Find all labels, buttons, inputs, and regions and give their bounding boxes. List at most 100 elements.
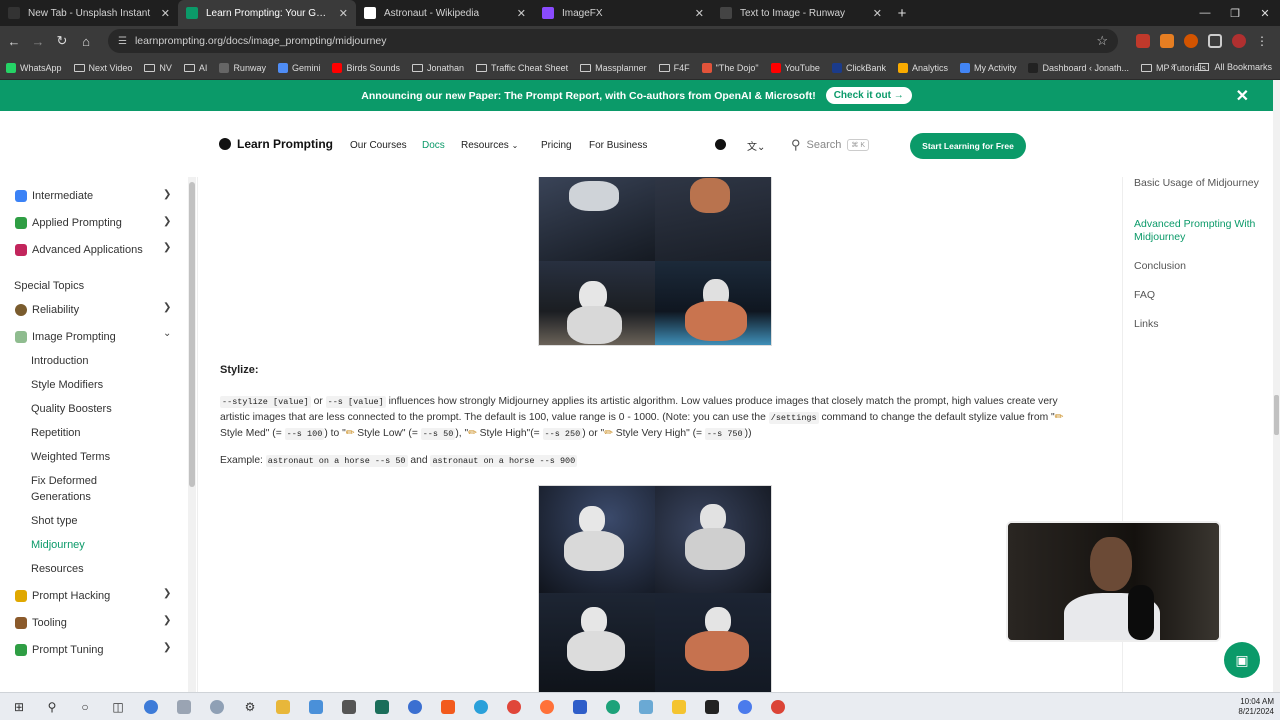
chevron-right-icon[interactable]: ❯ xyxy=(163,642,171,653)
app-icon[interactable] xyxy=(668,696,690,718)
app-icon[interactable] xyxy=(338,696,360,718)
sidebar-item-image-prompting[interactable]: Image Prompting xyxy=(15,331,116,343)
app-icon[interactable] xyxy=(635,696,657,718)
check-it-out-button[interactable]: Check it out → xyxy=(825,87,912,104)
cortana-icon[interactable]: ○ xyxy=(74,696,96,718)
close-tab-icon[interactable]: ✕ xyxy=(695,7,704,20)
app-icon[interactable] xyxy=(206,696,228,718)
sidebar-item-prompt-hacking[interactable]: Prompt Hacking xyxy=(15,590,110,602)
bookmark-item[interactable]: Jonathan xyxy=(412,63,464,73)
sidebar-subitem-weighted-terms[interactable]: Weighted Terms xyxy=(26,449,110,465)
app-icon[interactable] xyxy=(305,696,327,718)
new-tab-button[interactable]: + xyxy=(890,0,914,26)
extension-icon[interactable] xyxy=(1184,34,1198,48)
sidebar-item-tooling[interactable]: Tooling xyxy=(15,617,67,629)
app-icon[interactable] xyxy=(140,696,162,718)
app-icon[interactable] xyxy=(569,696,591,718)
nav-our-courses[interactable]: Our Courses xyxy=(350,140,407,151)
chevron-right-icon[interactable]: » xyxy=(1170,62,1175,72)
chevron-down-icon[interactable]: ⌄ xyxy=(163,328,171,339)
maximize-icon[interactable]: ❐ xyxy=(1220,0,1250,26)
file-explorer-icon[interactable] xyxy=(272,696,294,718)
sidebar-subitem-introduction[interactable]: Introduction xyxy=(26,353,88,369)
sidebar-subitem-fix-deformed-generations[interactable]: Fix Deformed Generations xyxy=(26,473,141,505)
close-tab-icon[interactable]: ✕ xyxy=(517,7,526,20)
toc-item[interactable]: Links xyxy=(1134,318,1264,331)
profile-avatar-icon[interactable] xyxy=(1232,34,1246,48)
browser-tab[interactable]: Learn Prompting: Your Guide to ✕ xyxy=(178,0,356,26)
sidebar-item-intermediate[interactable]: Intermediate xyxy=(15,190,93,202)
bookmark-item[interactable]: Runway xyxy=(219,62,266,73)
home-icon[interactable]: ⌂ xyxy=(74,29,98,53)
chat-bot-button[interactable]: ▣ xyxy=(1224,642,1260,678)
bookmark-item[interactable]: Birds Sounds xyxy=(332,62,400,73)
app-icon[interactable] xyxy=(404,696,426,718)
app-icon[interactable] xyxy=(734,696,756,718)
sidebar-subitem-style-modifiers[interactable]: Style Modifiers xyxy=(26,377,103,393)
browser-tab[interactable]: New Tab - Unsplash Instant ✕ xyxy=(0,0,178,26)
bookmark-item[interactable]: My Activity xyxy=(959,62,1016,73)
page-scrollbar-thumb[interactable] xyxy=(1274,395,1279,435)
edge-icon[interactable] xyxy=(602,696,624,718)
bookmark-item[interactable]: ClickBank xyxy=(831,62,886,73)
dark-mode-toggle-icon[interactable] xyxy=(715,139,726,150)
telegram-icon[interactable] xyxy=(470,696,492,718)
chevron-right-icon[interactable]: ❯ xyxy=(163,189,171,200)
extension-icon[interactable] xyxy=(1136,34,1150,48)
chrome-icon[interactable] xyxy=(767,696,789,718)
forward-icon[interactable]: → xyxy=(26,29,50,53)
sidebar-item-prompt-tuning[interactable]: Prompt Tuning xyxy=(15,644,104,656)
app-icon[interactable] xyxy=(701,696,723,718)
nav-resources[interactable]: Resources ⌄ xyxy=(461,140,518,151)
chevron-right-icon[interactable]: ❯ xyxy=(163,615,171,626)
menu-dots-icon[interactable]: ⋮ xyxy=(1256,34,1268,48)
bookmark-item[interactable]: AI xyxy=(183,63,207,73)
sidebar-subitem-repetition[interactable]: Repetition xyxy=(26,425,81,441)
chevron-right-icon[interactable]: ❯ xyxy=(163,216,171,227)
all-bookmarks-label[interactable]: All Bookmarks xyxy=(1214,62,1272,72)
bookmark-item[interactable]: YouTube xyxy=(770,62,820,73)
bookmark-item[interactable]: Traffic Cheat Sheet xyxy=(476,63,568,73)
extension-icon[interactable] xyxy=(1160,34,1174,48)
reload-icon[interactable]: ↻ xyxy=(50,29,74,53)
browser-tab[interactable]: Astronaut - Wikipedia ✕ xyxy=(356,0,534,26)
sidebar-subitem-shot-type[interactable]: Shot type xyxy=(26,513,77,529)
task-view-icon[interactable]: ◫ xyxy=(107,696,129,718)
app-icon[interactable] xyxy=(173,696,195,718)
bookmark-item[interactable]: WhatsApp xyxy=(6,62,62,73)
bookmark-item[interactable]: F4F xyxy=(658,63,690,73)
toc-item[interactable]: FAQ xyxy=(1134,289,1264,302)
system-clock[interactable]: 10:04 AM 8/21/2024 xyxy=(1238,697,1274,717)
close-tab-icon[interactable]: ✕ xyxy=(873,7,882,20)
close-tab-icon[interactable]: ✕ xyxy=(161,7,170,20)
bookmark-item[interactable]: NV xyxy=(144,63,172,73)
back-icon[interactable]: ← xyxy=(2,29,26,53)
url-text[interactable]: learnprompting.org/docs/image_prompting/… xyxy=(135,35,1088,47)
chevron-right-icon[interactable]: ❯ xyxy=(163,242,171,253)
address-bar[interactable]: ☰ learnprompting.org/docs/image_promptin… xyxy=(108,29,1118,53)
firefox-icon[interactable] xyxy=(536,696,558,718)
settings-icon[interactable]: ⚙ xyxy=(239,696,261,718)
puzzle-icon[interactable] xyxy=(1208,34,1222,48)
toc-item-active[interactable]: Advanced Prompting With Midjourney xyxy=(1134,218,1264,244)
bookmark-item[interactable]: Gemini xyxy=(277,62,320,73)
chrome-icon[interactable] xyxy=(503,696,525,718)
sidebar-subitem-midjourney[interactable]: Midjourney xyxy=(26,537,85,553)
browser-tab[interactable]: Text to Image - Runway ✕ xyxy=(712,0,890,26)
sidebar-item-advanced-applications[interactable]: Advanced Applications xyxy=(15,244,143,256)
browser-tab[interactable]: ImageFX ✕ xyxy=(534,0,712,26)
all-bookmarks-button[interactable]: » All Bookmarks xyxy=(1170,62,1272,72)
toc-item[interactable]: Conclusion xyxy=(1134,260,1264,273)
sidebar-item-applied-prompting[interactable]: Applied Prompting xyxy=(15,217,122,229)
nav-pricing[interactable]: Pricing xyxy=(541,140,572,151)
site-logo[interactable]: Learn Prompting xyxy=(219,137,333,151)
sidebar-scrollbar-thumb[interactable] xyxy=(189,182,195,487)
sidebar-subitem-resources[interactable]: Resources xyxy=(26,561,84,577)
search-button[interactable]: ⚲ Search ⌘ K xyxy=(791,134,895,156)
chevron-right-icon[interactable]: ❯ xyxy=(163,588,171,599)
page-scrollbar[interactable] xyxy=(1273,80,1280,692)
sidebar-subitem-quality-boosters[interactable]: Quality Boosters xyxy=(26,401,112,417)
bookmark-item[interactable]: Dashboard ‹ Jonath... xyxy=(1028,62,1129,73)
bookmark-item[interactable]: Next Video xyxy=(73,63,132,73)
app-icon[interactable] xyxy=(371,696,393,718)
